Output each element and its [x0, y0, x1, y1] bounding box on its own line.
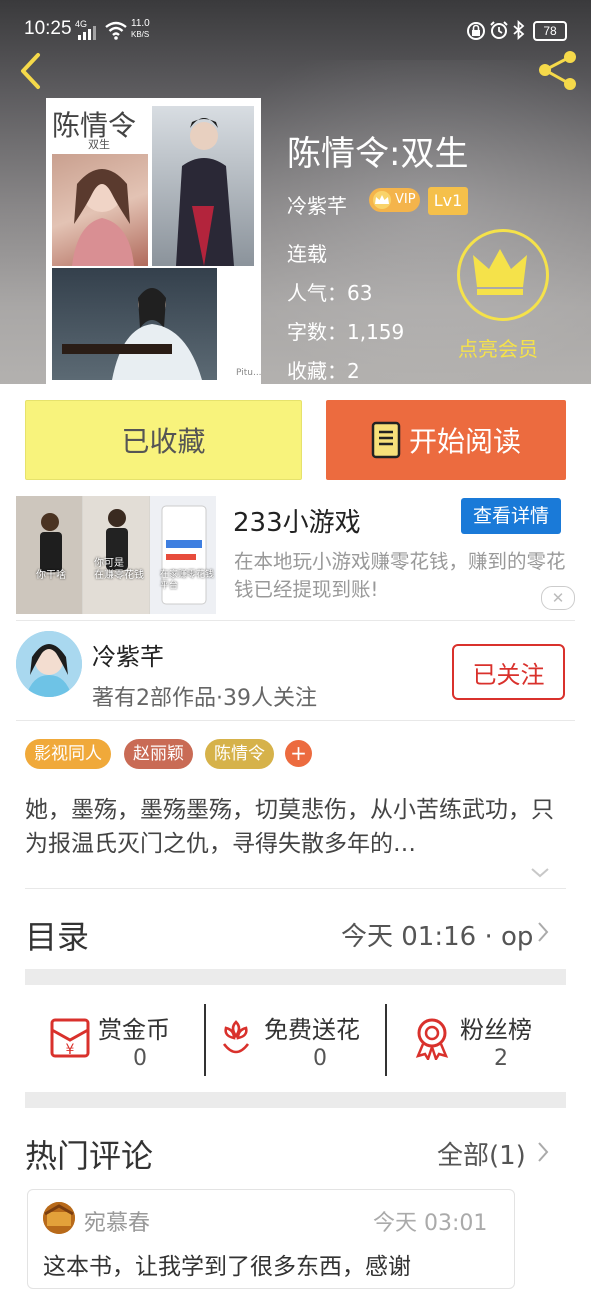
- divider: [16, 720, 575, 721]
- bluetooth-icon: [512, 20, 526, 40]
- ad-details-button[interactable]: 查看详情: [461, 498, 561, 534]
- author-info: 著有2部作品·39人关注: [92, 686, 317, 711]
- follow-label: 已关注: [472, 660, 545, 689]
- catalog-chevron-icon[interactable]: [537, 920, 549, 944]
- status-time: 10:25: [24, 18, 72, 39]
- medal-icon: [412, 1016, 452, 1060]
- favorited-button[interactable]: 已收藏: [25, 400, 302, 480]
- book-icon: [371, 421, 401, 459]
- comment-text: 这本书，让我学到了很多东西，感谢: [43, 1254, 411, 1280]
- author-avatar[interactable]: [16, 631, 82, 697]
- level-badge: Lv1: [428, 187, 468, 215]
- net-speed-value: 11.0: [131, 18, 150, 29]
- comments-chevron-icon[interactable]: [537, 1140, 549, 1164]
- tag-label: 影视同人: [34, 744, 102, 764]
- book-description[interactable]: 她，墨殇，墨殇墨殇，切莫悲伤，从小苦练武功，只为报温氏灭门之仇，寻得失散多年的…: [25, 793, 570, 861]
- ad-title[interactable]: 233小游戏: [233, 502, 361, 539]
- lock-rotation-icon: [466, 21, 486, 41]
- cover-watermark: Pitu...: [236, 368, 262, 378]
- catalog-title[interactable]: 目录: [25, 912, 89, 958]
- reward-coin-label[interactable]: 赏金币: [98, 1010, 170, 1045]
- section-separator: [25, 969, 566, 985]
- wifi-icon: [104, 20, 128, 40]
- free-flower-label[interactable]: 免费送花: [264, 1010, 360, 1045]
- reward-coin-count: 0: [133, 1046, 147, 1071]
- vip-crown-icon: [371, 190, 393, 210]
- share-icon[interactable]: [536, 48, 580, 92]
- alarm-icon: [489, 20, 509, 40]
- expand-chevron-icon[interactable]: [530, 866, 550, 880]
- cover-photo-1: [52, 154, 148, 266]
- back-arrow-icon[interactable]: [16, 50, 46, 92]
- free-flower-count: 0: [313, 1046, 327, 1071]
- divider: [25, 888, 566, 889]
- tag-chip[interactable]: 影视同人: [25, 739, 111, 769]
- section-separator: [25, 1092, 566, 1108]
- membership-button[interactable]: [457, 229, 549, 321]
- red-envelope-icon: ¥: [48, 1016, 92, 1060]
- add-tag-button[interactable]: +: [285, 740, 312, 767]
- battery-indicator: 78: [533, 21, 567, 41]
- start-reading-button[interactable]: 开始阅读: [326, 400, 566, 480]
- fan-ranking-count: 2: [494, 1046, 508, 1071]
- cover-photo-2: [152, 106, 254, 266]
- net-speed-unit: KB/S: [131, 30, 150, 39]
- divider: [16, 620, 575, 621]
- catalog-update[interactable]: 今天 01:16 · op: [341, 916, 533, 953]
- book-title: 陈情令:双生: [287, 134, 469, 174]
- word-count: 字数：1,159: [287, 320, 405, 344]
- cover-photo-3: [52, 268, 217, 380]
- ad-image[interactable]: 你干啥 你可是 在赚零花钱 在家赚零花钱 平台: [16, 496, 216, 614]
- reward-divider: [385, 1004, 387, 1076]
- popularity: 人气：63: [287, 281, 373, 305]
- ad-thumb-caption-1: 你干啥: [36, 570, 66, 581]
- cover-subtitle: 双生: [88, 138, 110, 151]
- favorited-label: 已收藏: [121, 425, 206, 458]
- vip-badge: VIP: [369, 188, 420, 212]
- tag-label: 陈情令: [214, 744, 265, 764]
- follow-button[interactable]: 已关注: [452, 644, 565, 700]
- book-author[interactable]: 冷紫芊: [287, 190, 347, 219]
- crown-icon: [473, 249, 527, 295]
- ad-thumb-caption-2: 你可是 在赚零花钱: [94, 558, 144, 581]
- tag-chip[interactable]: 陈情令: [205, 739, 274, 769]
- commenter-avatar[interactable]: [43, 1202, 75, 1234]
- ad-close-button[interactable]: ✕: [541, 586, 575, 610]
- book-cover[interactable]: 陈情令 双生 Pitu...: [46, 98, 262, 390]
- fan-ranking-label[interactable]: 粉丝榜: [460, 1010, 532, 1045]
- start-reading-label: 开始阅读: [408, 425, 521, 458]
- ad-description: 在本地玩小游戏赚零花钱，赚到的零花钱已经提现到账!: [234, 550, 566, 601]
- tag-label: 赵丽颖: [133, 744, 184, 764]
- commenter-name[interactable]: 宛慕春: [84, 1205, 150, 1237]
- ad-thumb-caption-3: 在家赚零花钱 平台: [160, 570, 215, 591]
- vip-label: VIP: [395, 192, 416, 207]
- signal-icon: [78, 26, 98, 40]
- favorite-count: 收藏：2: [287, 359, 360, 383]
- serial-status: 连载: [287, 242, 327, 266]
- membership-label[interactable]: 点亮会员: [458, 333, 538, 362]
- reward-divider: [204, 1004, 206, 1076]
- tag-chip[interactable]: 赵丽颖: [124, 739, 193, 769]
- author-name[interactable]: 冷紫芊: [92, 637, 164, 672]
- all-comments-link[interactable]: 全部(1): [437, 1135, 526, 1172]
- svg-text:¥: ¥: [66, 1042, 75, 1058]
- flower-icon: [218, 1016, 254, 1060]
- comment-time: 今天 03:01: [373, 1211, 488, 1236]
- hot-comments-title: 热门评论: [25, 1137, 154, 1175]
